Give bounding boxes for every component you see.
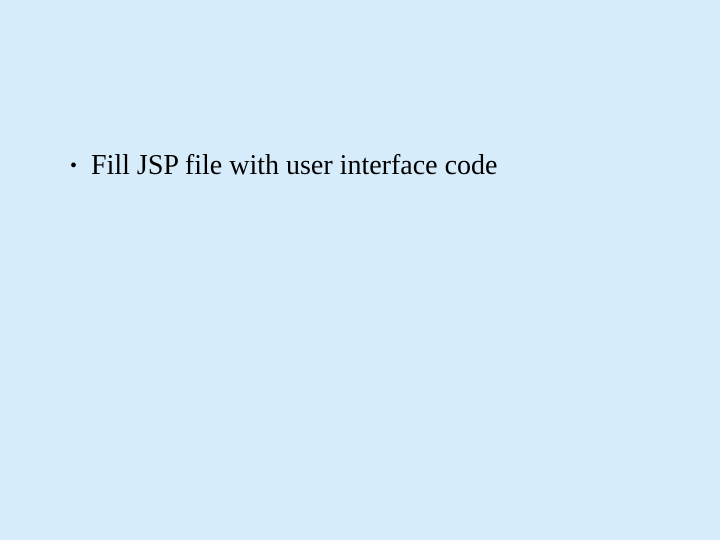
bullet-marker: • [70,148,77,184]
bullet-list: • Fill JSP file with user interface code [70,148,497,184]
list-item: • Fill JSP file with user interface code [70,148,497,184]
slide: • Fill JSP file with user interface code [0,0,720,540]
bullet-text: Fill JSP file with user interface code [91,148,497,184]
